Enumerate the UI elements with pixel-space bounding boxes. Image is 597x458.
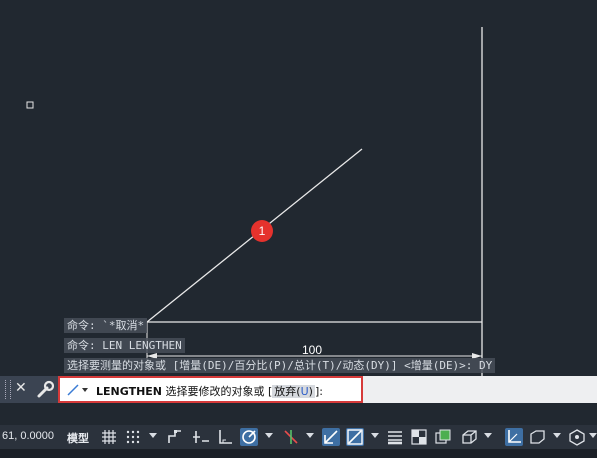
command-prompt-text: LENGTHEN 选择要修改的对象或 [放弃(U)]:	[96, 383, 323, 399]
chevron-down-icon[interactable]	[149, 433, 157, 438]
wrench-icon[interactable]	[36, 379, 54, 399]
history-line: 命令: `*取消*	[64, 318, 148, 333]
command-line-panel: ✕ LENGTHEN 选择要修改的对象或 [放弃(U)]:	[0, 376, 597, 403]
undo-option-close: )	[308, 385, 313, 398]
undo-option-key: U	[300, 385, 309, 398]
selection-filter-icon[interactable]	[528, 428, 546, 446]
dimension-text: 100	[302, 343, 323, 357]
selection-cycling-icon[interactable]	[434, 428, 452, 446]
chevron-down-icon[interactable]	[306, 433, 314, 438]
transparency-icon[interactable]	[410, 428, 428, 446]
undo-option-label: 放弃(	[274, 385, 301, 398]
object-snap-icon[interactable]	[346, 428, 364, 446]
command-suffix: ]:	[314, 385, 323, 398]
polar-icon[interactable]	[240, 428, 258, 446]
chevron-down-icon[interactable]	[484, 433, 492, 438]
undo-option[interactable]: 放弃(U)	[272, 385, 315, 398]
ortho-icon[interactable]	[216, 428, 234, 446]
snap-icon[interactable]	[124, 428, 142, 446]
isodraft-icon[interactable]	[282, 428, 300, 446]
drawing-canvas[interactable]: 100 1 命令: `*取消* 命令: LEN LENGTHEN 选择要测量的对…	[0, 0, 597, 376]
history-line: 命令: LEN LENGTHEN	[64, 338, 185, 353]
grid-icon[interactable]	[100, 428, 118, 446]
chevron-down-icon[interactable]	[371, 433, 379, 438]
chevron-down-icon[interactable]	[265, 433, 273, 438]
command-input-field[interactable]: LENGTHEN 选择要修改的对象或 [放弃(U)]:	[58, 376, 363, 403]
model-space-button[interactable]: 模型	[64, 428, 92, 448]
infer-icon[interactable]	[166, 428, 184, 446]
object-snap-tracking-icon[interactable]	[322, 428, 340, 446]
drag-handle[interactable]	[5, 380, 11, 399]
dynamic-ucs-icon[interactable]	[505, 428, 523, 446]
bottom-strip	[0, 449, 597, 458]
ucs-marker-icon	[26, 101, 34, 109]
3d-osnap-icon[interactable]	[460, 428, 478, 446]
chevron-down-icon[interactable]	[553, 433, 561, 438]
close-icon[interactable]: ✕	[15, 380, 27, 396]
command-name: LENGTHEN	[96, 385, 162, 398]
status-bar: 61, 0.0000 模型	[0, 425, 597, 449]
gizmo-icon[interactable]	[568, 428, 586, 446]
coordinates-readout[interactable]: 61, 0.0000	[2, 430, 54, 442]
command-prompt: 选择要修改的对象或 [	[165, 385, 273, 398]
lineweight-icon[interactable]	[386, 428, 404, 446]
command-line-tools: ✕	[0, 376, 58, 403]
chevron-down-icon[interactable]	[589, 433, 597, 438]
dynamic-input-icon[interactable]	[192, 428, 210, 446]
history-line: 选择要测量的对象或 [增量(DE)/百分比(P)/总计(T)/动态(DY)] <…	[64, 358, 496, 373]
step-marker-badge: 1	[251, 220, 273, 242]
command-prompt-icon[interactable]	[66, 383, 90, 397]
